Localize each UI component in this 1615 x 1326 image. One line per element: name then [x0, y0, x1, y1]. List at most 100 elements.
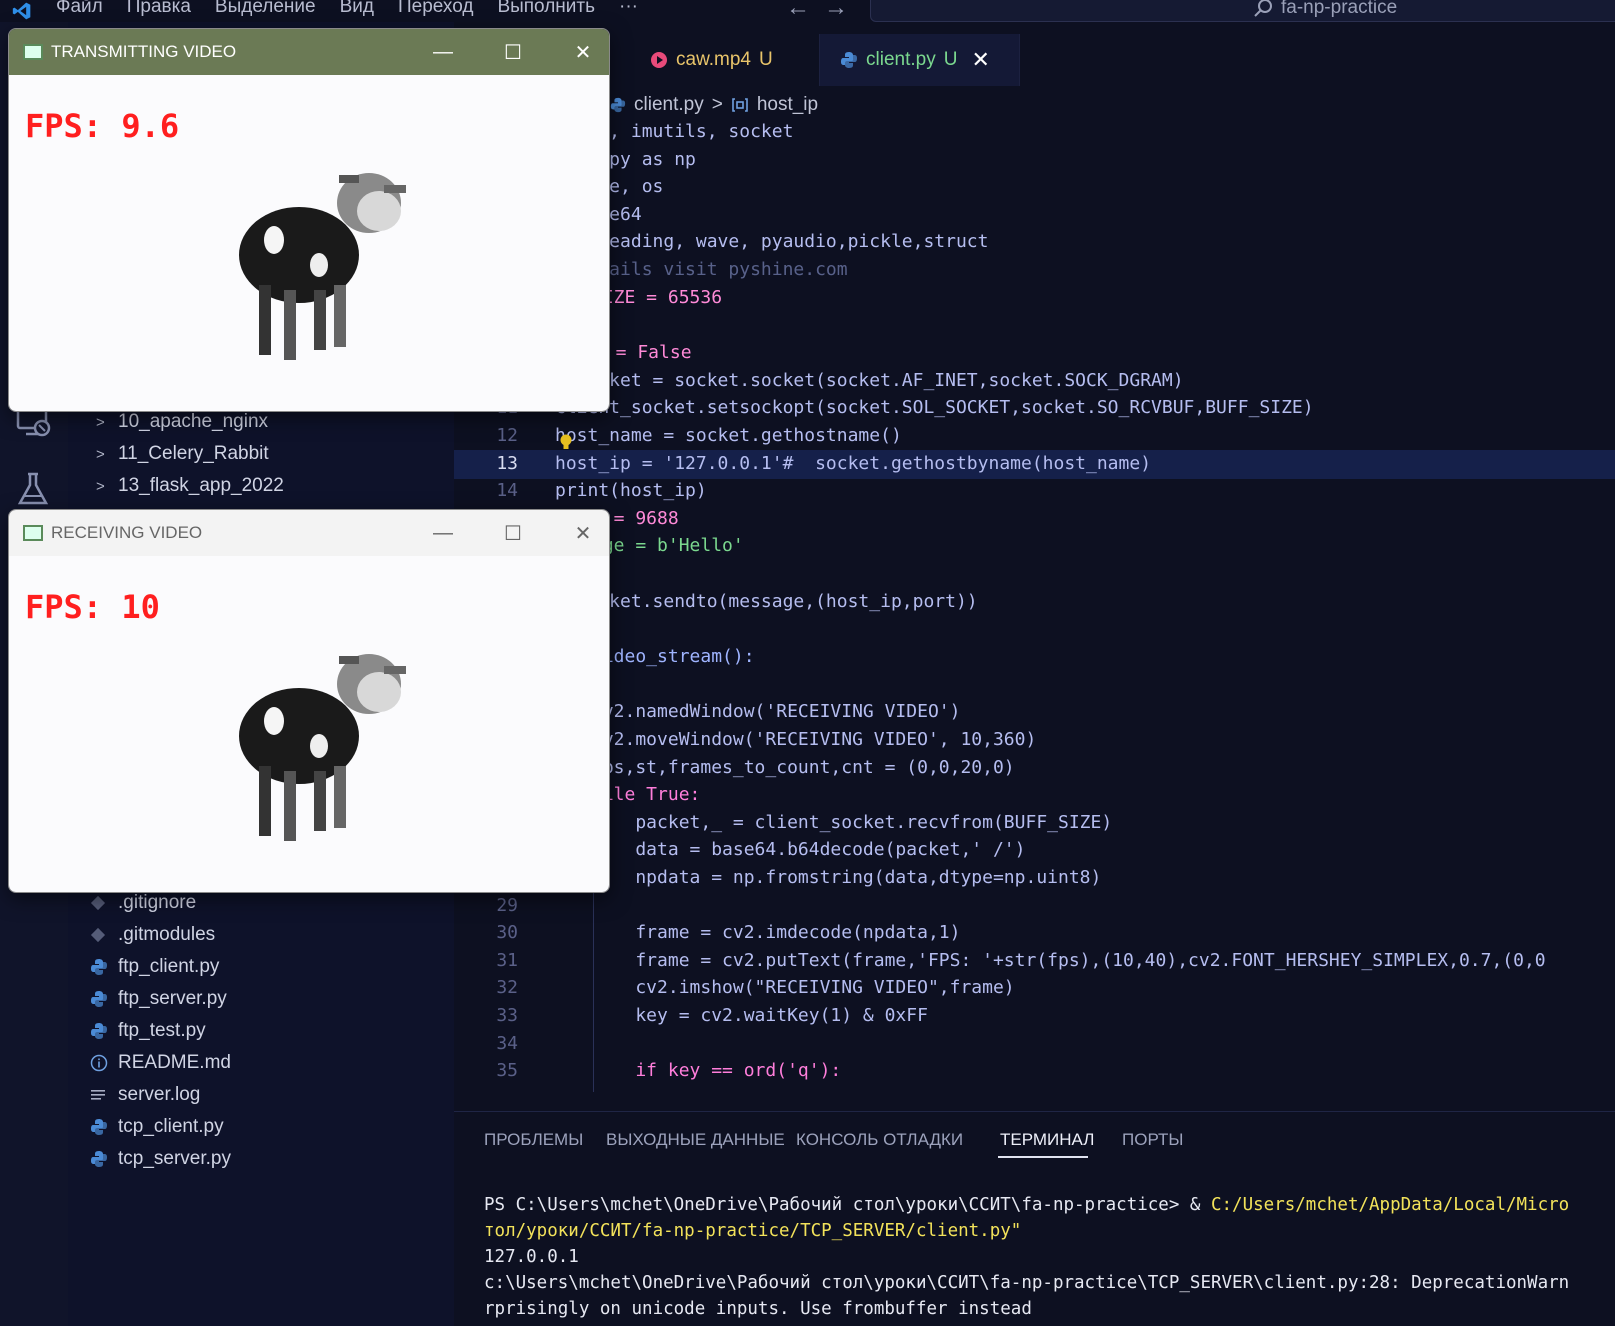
file-item[interactable]: .gitmodules [90, 920, 215, 950]
window-app-icon [23, 525, 43, 541]
terminal-line: тол/уроки/ССИТ/fa-np-practice/TCP_SERVER… [484, 1221, 1022, 1241]
bottom-panel: ПРОБЛЕМЫ ВЫХОДНЫЕ ДАННЫЕ КОНСОЛЬ ОТЛАДКИ… [454, 1111, 1615, 1326]
tab-terminal[interactable]: ТЕРМИНАЛ [1000, 1130, 1094, 1150]
menu-file[interactable]: Файл [44, 0, 115, 18]
minimize-button[interactable]: — [413, 510, 473, 556]
terminal-line: 127.0.0.1 [484, 1247, 579, 1267]
python-icon [90, 1150, 118, 1168]
code-editor[interactable]: t cv2, imutils, socket t numpy as np t t… [454, 118, 1615, 1111]
code-line: fps,st,frames_to_count,cnt = (0,0,20,0) [592, 757, 1015, 778]
tab-problems[interactable]: ПРОБЛЕМЫ [484, 1130, 583, 1150]
forward-arrow-icon[interactable]: → [824, 0, 862, 21]
code-line: 31 frame = cv2.putText(frame,'FPS: '+str… [496, 950, 1546, 971]
python-icon [90, 958, 118, 976]
code-line: t numpy as np [555, 149, 696, 170]
window-app-icon [23, 44, 43, 60]
file-item[interactable]: server.log [90, 1080, 200, 1110]
close-tab-icon[interactable]: ✕ [971, 47, 989, 73]
git-icon [90, 927, 118, 943]
code-line: data = base64.b64decode(packet,' /') [592, 839, 1026, 860]
tab-ports[interactable]: ПОРТЫ [1122, 1130, 1183, 1150]
lightbulb-icon[interactable] [559, 434, 573, 452]
cow-image [239, 173, 406, 360]
receiving-video-window[interactable]: RECEIVING VIDEO — ☐ ✕ FPS: 10 [8, 509, 610, 893]
window-title: TRANSMITTING VIDEO [51, 42, 237, 61]
variable-icon [732, 98, 748, 112]
code-line: 11client_socket.setsockopt(socket.SOL_SO… [496, 397, 1314, 418]
video-frame: FPS: 10 [9, 556, 609, 892]
git-icon [90, 895, 118, 911]
testing-flask-icon[interactable] [14, 470, 52, 508]
code-line: 32 cv2.imshow("RECEIVING VIDEO",frame) [496, 977, 1015, 998]
tab-caw-mp4[interactable]: caw.mp4 U [630, 34, 820, 86]
code-line: t threading, wave, pyaudio,pickle,struct [555, 231, 989, 252]
workspace-name: fa-np-practice [1281, 0, 1398, 18]
back-arrow-icon[interactable]: ← [786, 0, 824, 21]
file-item[interactable]: ftp_test.py [90, 1016, 206, 1046]
maximize-button[interactable]: ☐ [483, 29, 543, 75]
window-titlebar[interactable]: TRANSMITTING VIDEO — ☐ ✕ [9, 29, 609, 75]
code-line: 29 [496, 895, 518, 916]
code-line: 34 [496, 1033, 518, 1054]
file-item[interactable]: README.md [90, 1048, 231, 1078]
terminal-line: PS C:\Users\mchet\OneDrive\Рабочий стол\… [484, 1195, 1570, 1215]
editor-tab-bar: caw.mp4 U client.py U ✕ [454, 34, 1615, 86]
tab-client-py[interactable]: client.py U ✕ [820, 34, 1020, 86]
folder-item[interactable]: >11_Celery_Rabbit [96, 439, 269, 469]
code-line: 30 frame = cv2.imdecode(npdata,1) [496, 922, 961, 943]
code-line: 12 host_name = socket.gethostname() [496, 425, 902, 446]
code-line: 35 if key == ord('q'): [496, 1060, 842, 1081]
terminal-line: rprisingly on unicode inputs. Use frombu… [484, 1299, 1032, 1319]
code-line: t_socket.sendto(message,(host_ip,port)) [555, 591, 978, 612]
code-line: r details visit pyshine.com [555, 259, 848, 280]
code-line: 28 npdata = np.fromstring(data,dtype=np.… [496, 867, 1102, 888]
active-tab-indicator [998, 1156, 1088, 1158]
chevron-right-icon: > [96, 445, 105, 463]
search-icon [1254, 0, 1272, 17]
code-line: t time, os [555, 176, 664, 197]
code-line: t base64 [555, 204, 642, 225]
code-line-current: 13 host_ip = '127.0.0.1'# socket.gethostb… [454, 450, 1615, 479]
menu-selection[interactable]: Выделение [203, 0, 328, 18]
folder-item[interactable]: >13_flask_app_2022 [96, 471, 284, 501]
python-icon [90, 1022, 118, 1040]
breadcrumb-symbol[interactable]: host_ip [757, 94, 818, 116]
breadcrumb: client.py > host_ip [610, 92, 818, 118]
command-center-label: fa-np-practice [1253, 0, 1397, 19]
file-item[interactable]: ftp_client.py [90, 952, 219, 982]
window-titlebar[interactable]: RECEIVING VIDEO — ☐ ✕ [9, 510, 609, 556]
chevron-right-icon: > [96, 413, 105, 431]
terminal-line: c:\Users\mchet\OneDrive\Рабочий стол\уро… [484, 1273, 1570, 1293]
fps-label: FPS: 9.6 [25, 107, 180, 145]
code-line: 14 print(host_ip) [496, 480, 707, 501]
close-button[interactable]: ✕ [553, 29, 609, 75]
menu-edit[interactable]: Правка [115, 0, 203, 18]
code-line: t_socket = socket.socket(socket.AF_INET,… [555, 370, 1184, 391]
breadcrumb-file[interactable]: client.py [634, 94, 704, 116]
transmitting-video-window[interactable]: TRANSMITTING VIDEO — ☐ ✕ FPS: 9.6 [8, 28, 610, 412]
menu-more[interactable]: ··· [607, 0, 650, 18]
code-line: SIZE = 65536 [592, 287, 723, 308]
menu-go[interactable]: Переход [386, 0, 485, 18]
vscode-logo-icon [0, 0, 44, 22]
code-line: video_stream(): [592, 646, 755, 667]
maximize-button[interactable]: ☐ [483, 510, 543, 556]
menu-view[interactable]: Вид [328, 0, 386, 18]
file-item[interactable]: ftp_server.py [90, 984, 227, 1014]
command-center[interactable] [870, 0, 1615, 22]
fps-label: FPS: 10 [25, 588, 160, 626]
python-icon [90, 1118, 118, 1136]
file-item[interactable]: tcp_server.py [90, 1144, 231, 1174]
tab-output[interactable]: ВЫХОДНЫЕ ДАННЫЕ [606, 1130, 785, 1150]
minimize-button[interactable]: — [413, 29, 473, 75]
close-button[interactable]: ✕ [553, 510, 609, 556]
chevron-right-icon: > [96, 477, 105, 495]
python-icon [841, 52, 857, 68]
menu-run[interactable]: Выполнить [485, 0, 607, 18]
tab-debug-console[interactable]: КОНСОЛЬ ОТЛАДКИ [796, 1130, 963, 1150]
cow-image [239, 654, 406, 841]
code-line: t cv2, imutils, socket [555, 121, 794, 142]
file-item[interactable]: tcp_client.py [90, 1112, 224, 1142]
code-line: 33 key = cv2.waitKey(1) & 0xFF [496, 1005, 928, 1026]
code-line: age = b'Hello' [592, 535, 744, 556]
